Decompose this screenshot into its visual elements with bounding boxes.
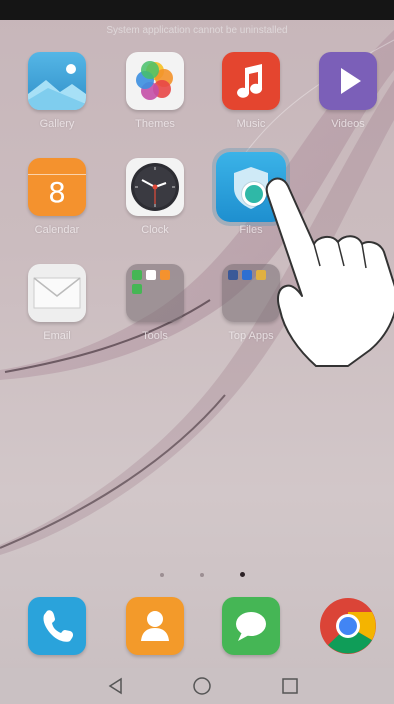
app-label: Gallery bbox=[39, 118, 75, 130]
app-label: Music bbox=[236, 118, 266, 130]
app-label: Videos bbox=[331, 118, 365, 130]
app-themes[interactable]: Themes bbox=[115, 52, 195, 130]
app-clock[interactable]: Clock bbox=[115, 158, 195, 236]
app-label: Clock bbox=[141, 224, 169, 236]
page-dot[interactable] bbox=[160, 573, 164, 577]
gallery-icon bbox=[28, 52, 86, 110]
page-dot[interactable] bbox=[200, 573, 204, 577]
back-icon[interactable] bbox=[106, 676, 126, 696]
app-calendar[interactable]: 8 Calendar bbox=[17, 158, 97, 236]
phone-icon bbox=[28, 597, 86, 655]
app-label: Tools bbox=[142, 330, 168, 342]
toast-message: System application cannot be uninstalled bbox=[106, 25, 288, 36]
app-gallery[interactable]: Gallery bbox=[17, 52, 97, 130]
email-icon bbox=[28, 264, 86, 322]
contacts-icon bbox=[126, 597, 184, 655]
page-indicator bbox=[150, 570, 250, 580]
clock-icon bbox=[126, 158, 184, 216]
dock-chrome[interactable] bbox=[308, 597, 388, 655]
app-label: Calendar bbox=[34, 224, 80, 236]
dock-phone[interactable] bbox=[17, 597, 97, 655]
app-music[interactable]: Music bbox=[211, 52, 291, 130]
themes-icon bbox=[126, 52, 184, 110]
navigation-bar bbox=[0, 668, 394, 704]
app-email[interactable]: Email bbox=[17, 264, 97, 342]
home-icon[interactable] bbox=[192, 676, 212, 696]
chrome-icon bbox=[319, 597, 377, 655]
app-videos[interactable]: Videos bbox=[308, 52, 388, 130]
page-dot-active[interactable] bbox=[240, 572, 245, 577]
videos-icon bbox=[319, 52, 377, 110]
app-label: Email bbox=[43, 330, 71, 342]
dock-contacts[interactable] bbox=[115, 597, 195, 655]
dock-messages[interactable] bbox=[211, 597, 291, 655]
calendar-icon: 8 bbox=[28, 158, 86, 216]
recents-icon[interactable] bbox=[280, 676, 300, 696]
app-label: Themes bbox=[135, 118, 175, 130]
folder-tools[interactable]: Tools bbox=[115, 264, 195, 342]
calendar-date: 8 bbox=[48, 176, 66, 209]
messages-icon bbox=[222, 597, 280, 655]
hand-pointer-icon bbox=[265, 177, 394, 367]
folder-icon bbox=[126, 264, 184, 322]
music-icon bbox=[222, 52, 280, 110]
status-bar bbox=[0, 0, 394, 20]
